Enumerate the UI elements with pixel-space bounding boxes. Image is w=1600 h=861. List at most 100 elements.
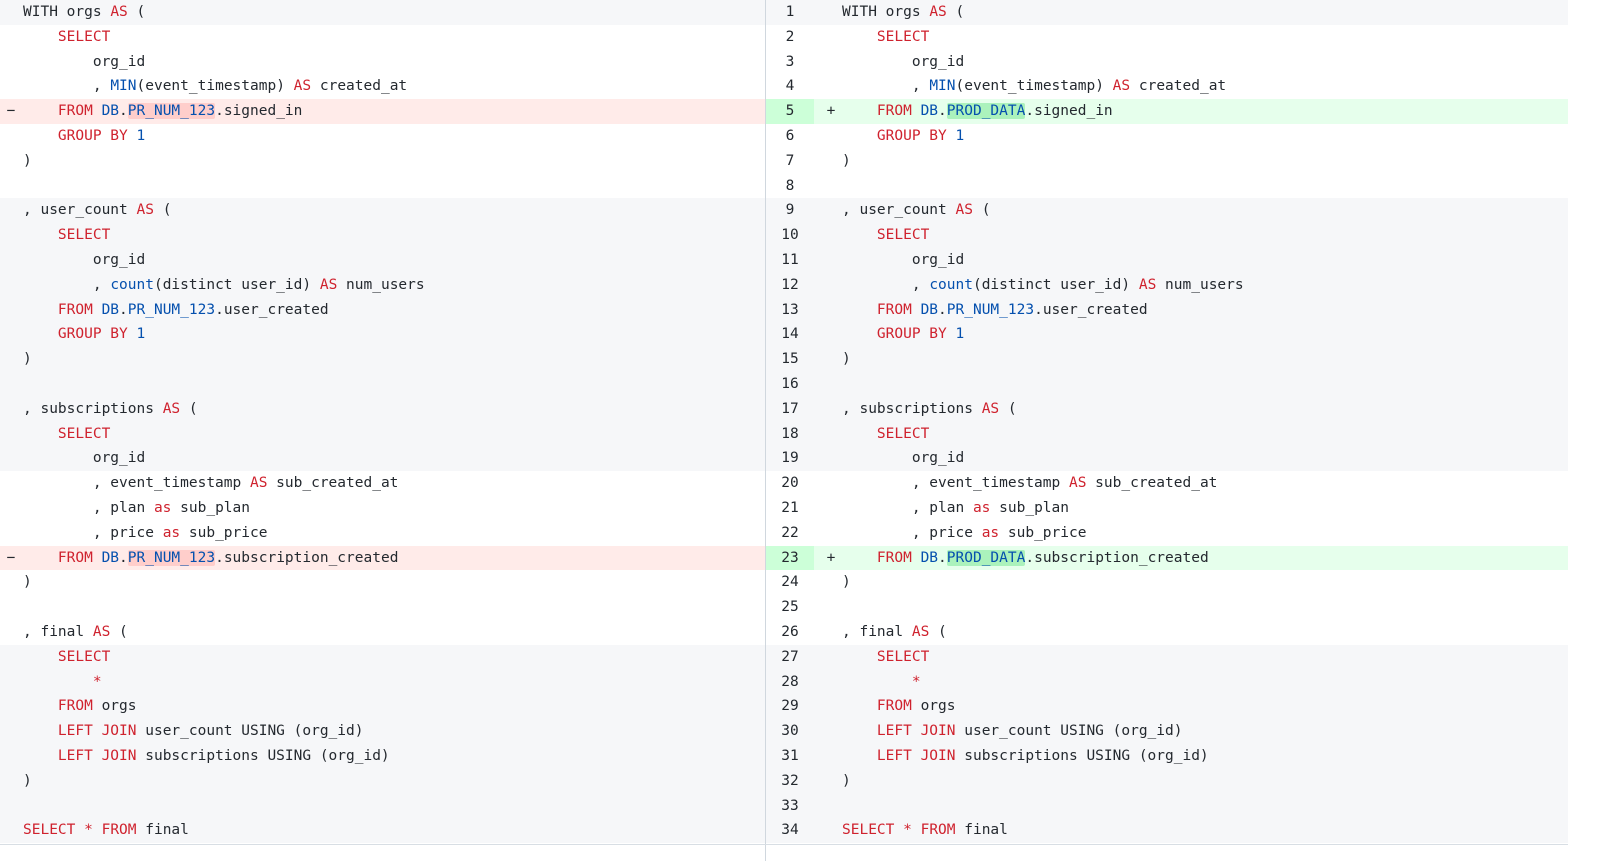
- code-line[interactable]: , user_count AS (: [0, 198, 765, 224]
- keyword-token: AS: [319, 276, 338, 293]
- line-number: 7: [785, 152, 795, 169]
- code-line[interactable]: 8: [766, 173, 1568, 199]
- code-token: user_count USING (org_id): [136, 723, 364, 740]
- code-line[interactable]: ): [0, 570, 765, 596]
- code-text: SELECT: [842, 422, 929, 447]
- code-line[interactable]: 18 SELECT: [766, 421, 1568, 447]
- keyword-token: *: [903, 822, 912, 839]
- code-line[interactable]: 15): [766, 347, 1568, 372]
- diff-pane-modified[interactable]: 1 WITH orgs AS (2 SELECT 3 org_id 4 , MIN(e…: [766, 0, 1568, 861]
- code-line[interactable]: GROUP BY 1: [0, 322, 765, 348]
- code-line[interactable]: 4 , MIN(event_timestamp) AS created_at: [766, 74, 1568, 100]
- code-line[interactable]: org_id: [0, 446, 765, 472]
- code-line[interactable]: , price as sub_price: [0, 520, 765, 546]
- code-line[interactable]: 3 org_id: [766, 49, 1568, 75]
- keyword-token: AS: [911, 623, 930, 640]
- code-line[interactable]: , event_timestamp AS sub_created_at: [0, 471, 765, 496]
- keyword-token: as: [981, 524, 1000, 541]
- code-line[interactable]: 19 org_id: [766, 446, 1568, 472]
- code-line[interactable]: 30 LEFT JOIN user_count USING (org_id): [766, 719, 1568, 744]
- code-line[interactable]: 27 SELECT: [766, 644, 1568, 670]
- code-line[interactable]: , final AS (: [0, 619, 765, 645]
- code-line[interactable]: 9 , user_count AS (: [766, 198, 1568, 224]
- code-line[interactable]: 33: [766, 793, 1568, 819]
- added-line[interactable]: 5 + FROM DB.PROD_DATA.signed_in: [766, 99, 1568, 124]
- code-line[interactable]: LEFT JOIN user_count USING (org_id): [0, 719, 765, 744]
- code-line[interactable]: [0, 595, 765, 620]
- code-line[interactable]: GROUP BY 1: [0, 123, 765, 149]
- code-line[interactable]: SELECT: [0, 644, 765, 670]
- code-line[interactable]: , count(distinct user_id) AS num_users: [0, 272, 765, 298]
- code-line[interactable]: LEFT JOIN subscriptions USING (org_id): [0, 743, 765, 769]
- deleted-line[interactable]: − FROM DB.PR_NUM_123.subscription_create…: [0, 545, 765, 571]
- deleted-line[interactable]: − FROM DB.PR_NUM_123.signed_in: [0, 99, 765, 124]
- code-line[interactable]: org_id: [0, 49, 765, 75]
- code-line[interactable]: 32): [766, 768, 1568, 794]
- keyword-token: LEFT JOIN: [876, 747, 956, 764]
- code-line[interactable]: 24): [766, 570, 1568, 596]
- code-line[interactable]: [0, 173, 765, 199]
- code-line[interactable]: 34 SELECT * FROM final: [766, 818, 1568, 844]
- code-text: , subscriptions AS (: [23, 397, 198, 422]
- code-line[interactable]: , subscriptions AS (: [0, 396, 765, 422]
- code-line[interactable]: *: [0, 669, 765, 695]
- code-line[interactable]: ): [0, 148, 765, 174]
- identifier-token: DB: [920, 301, 939, 318]
- code-line[interactable]: SELECT: [0, 421, 765, 447]
- added-line[interactable]: 23 + FROM DB.PROD_DATA.subscription_creat…: [766, 545, 1568, 571]
- identifier-token: DB: [101, 301, 120, 318]
- code-line[interactable]: 1 WITH orgs AS (: [766, 0, 1568, 25]
- code-line[interactable]: 21 , plan as sub_plan: [766, 495, 1568, 521]
- code-line[interactable]: ): [0, 347, 765, 372]
- code-line[interactable]: 16: [766, 371, 1568, 397]
- code-line[interactable]: 12 , count(distinct user_id) AS num_user…: [766, 272, 1568, 298]
- code-line[interactable]: , MIN(event_timestamp) AS created_at: [0, 74, 765, 100]
- code-line[interactable]: 22 , price as sub_price: [766, 520, 1568, 546]
- code-line[interactable]: 31 LEFT JOIN subscriptions USING (org_id…: [766, 743, 1568, 769]
- code-line[interactable]: 29 FROM orgs: [766, 694, 1568, 720]
- code-token: (: [110, 623, 128, 640]
- code-text: FROM DB.PR_NUM_123.signed_in: [23, 99, 302, 124]
- code-token: org_id: [23, 251, 146, 268]
- code-line[interactable]: 7): [766, 148, 1568, 174]
- code-line[interactable]: 26 , final AS (: [766, 619, 1568, 645]
- code-line[interactable]: FROM DB.PR_NUM_123.user_created: [0, 297, 765, 323]
- keyword-token: LEFT JOIN: [57, 747, 137, 764]
- code-line[interactable]: org_id: [0, 247, 765, 273]
- code-token: , user_count: [842, 202, 956, 219]
- code-line[interactable]: FROM orgs: [0, 694, 765, 720]
- code-line[interactable]: SELECT: [0, 223, 765, 248]
- code-line[interactable]: 25: [766, 595, 1568, 620]
- keyword-token: as: [153, 499, 172, 516]
- code-token: user_count USING (org_id): [955, 723, 1183, 740]
- code-line[interactable]: 11 org_id: [766, 247, 1568, 273]
- code-line[interactable]: 13 FROM DB.PR_NUM_123.user_created: [766, 297, 1568, 323]
- line-number: 29: [781, 698, 799, 715]
- code-line[interactable]: [0, 793, 765, 819]
- code-line[interactable]: SELECT * FROM final: [0, 818, 765, 844]
- code-line[interactable]: 10 SELECT: [766, 223, 1568, 248]
- keyword-token: SELECT: [57, 227, 111, 244]
- code-token: ,: [842, 276, 930, 293]
- code-line[interactable]: 20 , event_timestamp AS sub_created_at: [766, 471, 1568, 496]
- identifier-token: MIN: [929, 78, 956, 95]
- code-line[interactable]: ): [0, 768, 765, 794]
- line-number: 15: [781, 351, 799, 368]
- code-line[interactable]: 17 , subscriptions AS (: [766, 396, 1568, 422]
- code-line[interactable]: SELECT: [0, 24, 765, 50]
- code-text: , event_timestamp AS sub_created_at: [842, 471, 1218, 496]
- code-line[interactable]: 14 GROUP BY 1: [766, 322, 1568, 348]
- identifier-token: count: [929, 276, 973, 293]
- code-line[interactable]: , plan as sub_plan: [0, 495, 765, 521]
- diff-pane-original[interactable]: WITH orgs AS ( SELECT org_id , MIN(event…: [0, 0, 766, 861]
- code-token: ): [842, 772, 851, 789]
- code-line[interactable]: 6 GROUP BY 1: [766, 123, 1568, 149]
- code-line[interactable]: WITH orgs AS (: [0, 0, 765, 25]
- code-line[interactable]: [0, 371, 765, 397]
- code-line[interactable]: 2 SELECT: [766, 24, 1568, 50]
- code-token: (event_timestamp): [955, 78, 1113, 95]
- code-token: , plan: [23, 499, 154, 516]
- line-number: 17: [781, 400, 799, 417]
- code-line[interactable]: 28 *: [766, 669, 1568, 695]
- line-number: 5: [766, 99, 814, 124]
